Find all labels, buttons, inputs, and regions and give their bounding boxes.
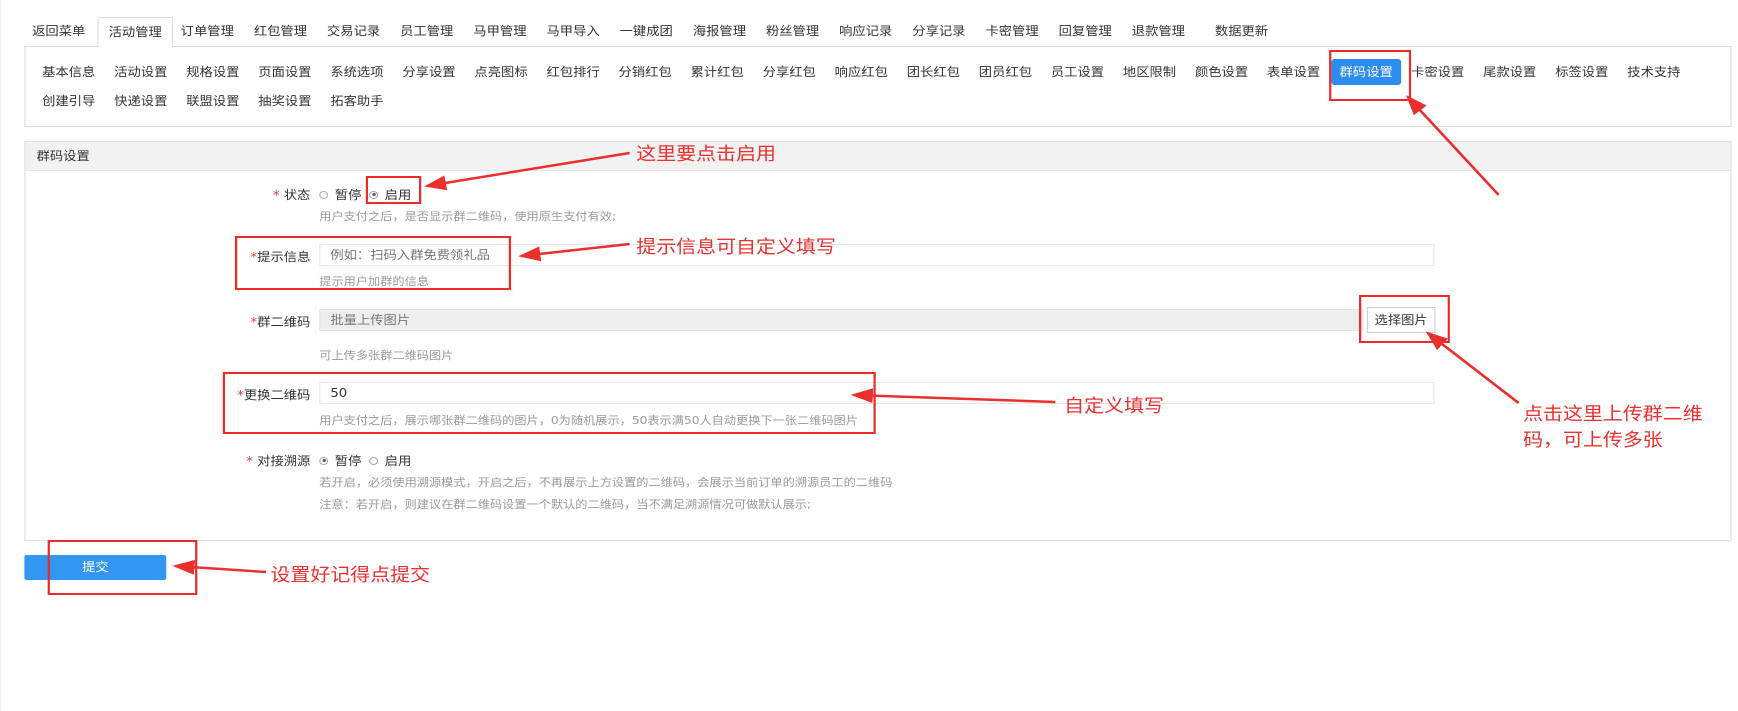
annotation-arrows: [172, 95, 1520, 575]
arrow-to-upload: [1425, 331, 1520, 404]
arrow-to-tab: [1406, 95, 1500, 196]
arrow-to-swap: [850, 388, 1056, 404]
arrow-to-submit: [172, 559, 267, 575]
arrow-to-enable: [424, 151, 630, 191]
arrow-to-tip: [518, 242, 630, 262]
annotation-upload-1: 点击这里上传群二维: [1523, 404, 1703, 425]
annotation-upload-2: 码，可上传多张: [1523, 430, 1663, 451]
annotation-enable: 这里要点击启用: [636, 144, 776, 165]
annotation-custom: 自定义填写: [1064, 396, 1164, 417]
annotation-tip: 提示信息可自定义填写: [636, 237, 836, 258]
annotation-submit: 设置好记得点提交: [270, 565, 431, 586]
